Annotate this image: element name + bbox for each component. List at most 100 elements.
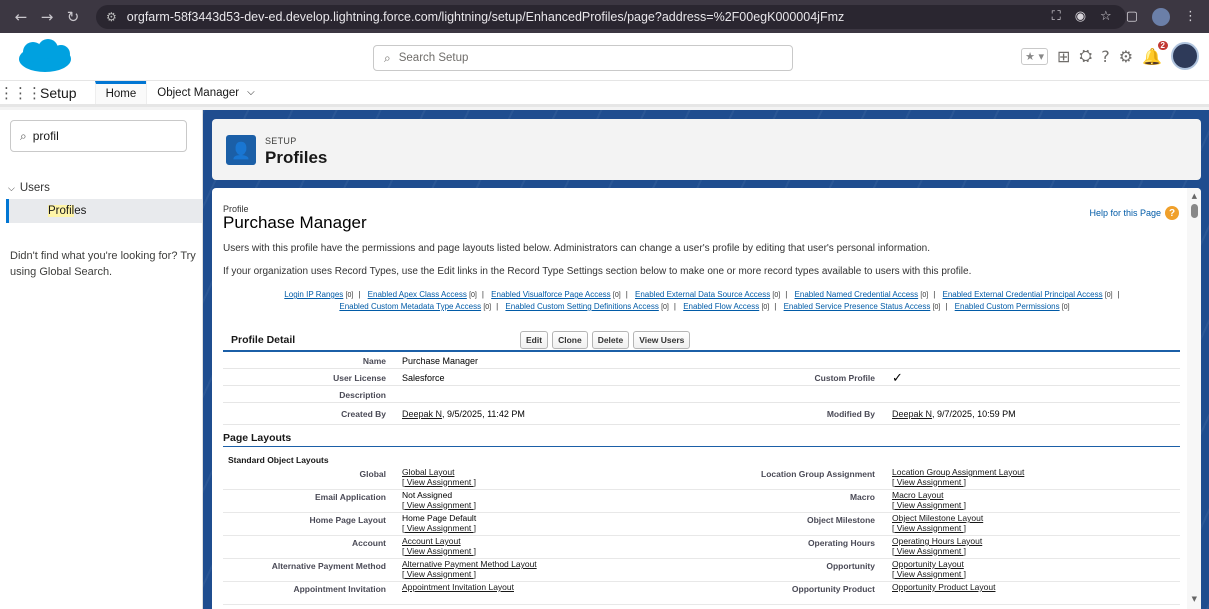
clone-button[interactable]: Clone [552, 331, 588, 349]
search-placeholder: Search Setup [398, 52, 469, 64]
detail-row-name: Name Purchase Manager [223, 352, 1180, 369]
sidebar-group-users[interactable]: ⌵ Users [8, 182, 50, 194]
setup-search-input[interactable]: ⌕ Search Setup [373, 45, 793, 71]
header-utility-icons: ★ ▾ ⊞ ⛭ ? ⚙ 🔔 2 [1021, 40, 1199, 70]
field-value-user-license: Salesforce [402, 373, 445, 383]
page-layouts-title: Page Layouts [223, 432, 292, 444]
view-assignment-link[interactable]: [ View Assignment ] [402, 546, 476, 556]
user-avatar[interactable] [1171, 42, 1199, 70]
tab-object-manager[interactable]: Object Manager ⌵ [146, 81, 264, 104]
link-custom-metadata-type-access[interactable]: Enabled Custom Metadata Type Access [339, 302, 481, 311]
view-assignment-link[interactable]: [ View Assignment ] [892, 546, 966, 556]
detail-row-created-modified: Created By Deepak N, 9/5/2025, 11:42 PM … [223, 403, 1180, 425]
created-by-user-link[interactable]: Deepak N [402, 409, 442, 419]
view-assignment-link[interactable]: [ View Assignment ] [892, 477, 966, 487]
layout-link[interactable]: Global Layout [402, 467, 454, 477]
field-label-description: Description [339, 390, 386, 400]
link-apex-class-access[interactable]: Enabled Apex Class Access [368, 290, 467, 299]
edit-button[interactable]: Edit [520, 331, 549, 349]
content-scrollbar[interactable]: ▲ ▼ [1187, 188, 1201, 609]
url-text: orgfarm-58f3443d53-dev-ed.develop.lightn… [126, 9, 845, 24]
field-label-custom-profile: Custom Profile [814, 373, 875, 383]
layout-link[interactable]: Appointment Invitation Layout [402, 582, 514, 592]
setup-sidebar: ⌕ profil ⌵ Users Profil es Didn't find wha… [0, 110, 203, 609]
layout-link[interactable]: Location Group Assignment Layout [892, 467, 1024, 477]
layout-link[interactable]: Macro Layout [892, 490, 944, 500]
view-assignment-link[interactable]: [ View Assignment ] [402, 569, 476, 579]
forward-arrow-icon[interactable]: → [34, 8, 60, 26]
view-assignment-link[interactable]: [ View Assignment ] [892, 569, 966, 579]
help-icon[interactable]: ? [1101, 47, 1110, 66]
sidebar-item-profiles[interactable]: Profil es [6, 199, 202, 223]
view-assignment-link[interactable]: [ View Assignment ] [402, 500, 476, 510]
detail-row-description: Description [223, 386, 1180, 403]
view-users-button[interactable]: View Users [633, 331, 691, 349]
delete-button[interactable]: Delete [591, 331, 630, 349]
quick-find-input[interactable]: ⌕ profil [10, 120, 187, 152]
link-service-presence-status-access[interactable]: Enabled Service Presence Status Access [784, 302, 931, 311]
view-assignment-link[interactable]: [ View Assignment ] [892, 523, 966, 533]
field-value-modified-by: Deepak N, 9/7/2025, 10:59 PM [892, 409, 1016, 419]
modified-by-user-link[interactable]: Deepak N [892, 409, 932, 419]
page-header-section: SETUP [265, 136, 297, 146]
link-custom-permissions[interactable]: Enabled Custom Permissions [955, 302, 1060, 311]
scrollbar-thumb[interactable] [1191, 204, 1198, 218]
reload-icon[interactable]: ↻ [60, 8, 86, 26]
view-assignment-link[interactable]: [ View Assignment ] [892, 500, 966, 510]
link-named-credential-access[interactable]: Enabled Named Credential Access [795, 290, 919, 299]
layout-link[interactable]: Operating Hours Layout [892, 536, 982, 546]
table-row: Account Account Layout[ View Assignment … [223, 536, 1180, 559]
layout-link[interactable]: Account Layout [402, 536, 461, 546]
browser-toolbar: ← → ↻ ⚙ orgfarm-58f3443d53-dev-ed.develo… [0, 0, 1209, 33]
standard-object-layouts-title: Standard Object Layouts [228, 455, 329, 465]
layout-link[interactable]: Object Milestone Layout [892, 513, 983, 523]
scroll-up-arrow-icon[interactable]: ▲ [1192, 192, 1197, 200]
layout-link[interactable]: Opportunity Product Layout [892, 582, 995, 592]
back-arrow-icon[interactable]: ← [8, 8, 34, 26]
link-external-data-source-access[interactable]: Enabled External Data Source Access [635, 290, 770, 299]
related-links-row-1: Login IP Ranges [0] | Enabled Apex Class … [284, 290, 1120, 299]
link-custom-setting-definitions-access[interactable]: Enabled Custom Setting Definitions Acces… [505, 302, 658, 311]
notifications-bell-icon[interactable]: 🔔 2 [1142, 40, 1168, 66]
search-icon: ⌕ [20, 128, 27, 143]
translate-icon[interactable]: ⛶ [1052, 9, 1061, 24]
field-value-created-by: Deepak N, 9/5/2025, 11:42 PM [402, 409, 525, 419]
guidance-center-icon[interactable]: ⛭ [1079, 46, 1092, 66]
address-bar[interactable]: ⚙ orgfarm-58f3443d53-dev-ed.develop.ligh… [96, 4, 1126, 29]
favorites-star-icon[interactable]: ★ ▾ [1021, 47, 1049, 65]
link-login-ip-ranges[interactable]: Login IP Ranges [284, 290, 343, 299]
link-external-credential-principal-access[interactable]: Enabled External Credential Principal Ac… [943, 290, 1103, 299]
bookmark-star-icon[interactable]: ☆ [1100, 9, 1112, 24]
layout-link[interactable]: Alternative Payment Method Layout [402, 559, 537, 569]
extensions-icon[interactable]: ▢ [1126, 9, 1138, 24]
field-label-modified-by: Modified By [826, 409, 875, 419]
app-launcher-icon[interactable]: ⋮⋮⋮ [0, 81, 42, 104]
link-flow-access[interactable]: Enabled Flow Access [683, 302, 759, 311]
profile-detail-table: Name Purchase Manager User License Sales… [223, 350, 1180, 425]
layout-link[interactable]: Opportunity Layout [892, 559, 964, 569]
layouts-table: Global Global Layout[ View Assignment ] … [223, 467, 1180, 605]
profile-detail-buttons: Edit Clone Delete View Users [520, 331, 691, 349]
view-assignment-link[interactable]: [ View Assignment ] [402, 523, 476, 533]
help-for-this-page-link[interactable]: Help for this Page? [1089, 206, 1179, 220]
table-row: Global Global Layout[ View Assignment ] … [223, 467, 1180, 490]
view-assignment-link[interactable]: [ View Assignment ] [402, 477, 476, 487]
table-row: Appointment Invitation Appointment Invit… [223, 582, 1180, 605]
detail-row-license: User License Salesforce Custom Profile ✓ [223, 369, 1180, 386]
site-settings-icon[interactable]: ⚙ [106, 10, 117, 24]
profile-description-2: If your organization uses Record Types, … [223, 266, 972, 277]
tab-home[interactable]: Home [94, 81, 147, 104]
field-label-name: Name [362, 356, 386, 366]
chevron-down-icon[interactable]: ⌵ [247, 87, 255, 98]
global-actions-plus-icon[interactable]: ⊞ [1057, 47, 1070, 66]
browser-menu-icon[interactable]: ⋮ [1184, 9, 1197, 24]
setup-gear-icon[interactable]: ⚙ [1119, 47, 1133, 66]
scroll-down-arrow-icon[interactable]: ▼ [1192, 595, 1197, 603]
salesforce-cloud-logo[interactable] [15, 39, 75, 75]
sidebar-help-text: Didn't find what you're looking for? Try… [10, 250, 196, 278]
link-visualforce-page-access[interactable]: Enabled Visualforce Page Access [491, 290, 610, 299]
eye-icon[interactable]: ◉ [1075, 9, 1086, 24]
layout-value: Not Assigned [402, 490, 453, 500]
field-label-user-license: User License [333, 373, 386, 383]
browser-profile-avatar[interactable] [1152, 7, 1170, 26]
